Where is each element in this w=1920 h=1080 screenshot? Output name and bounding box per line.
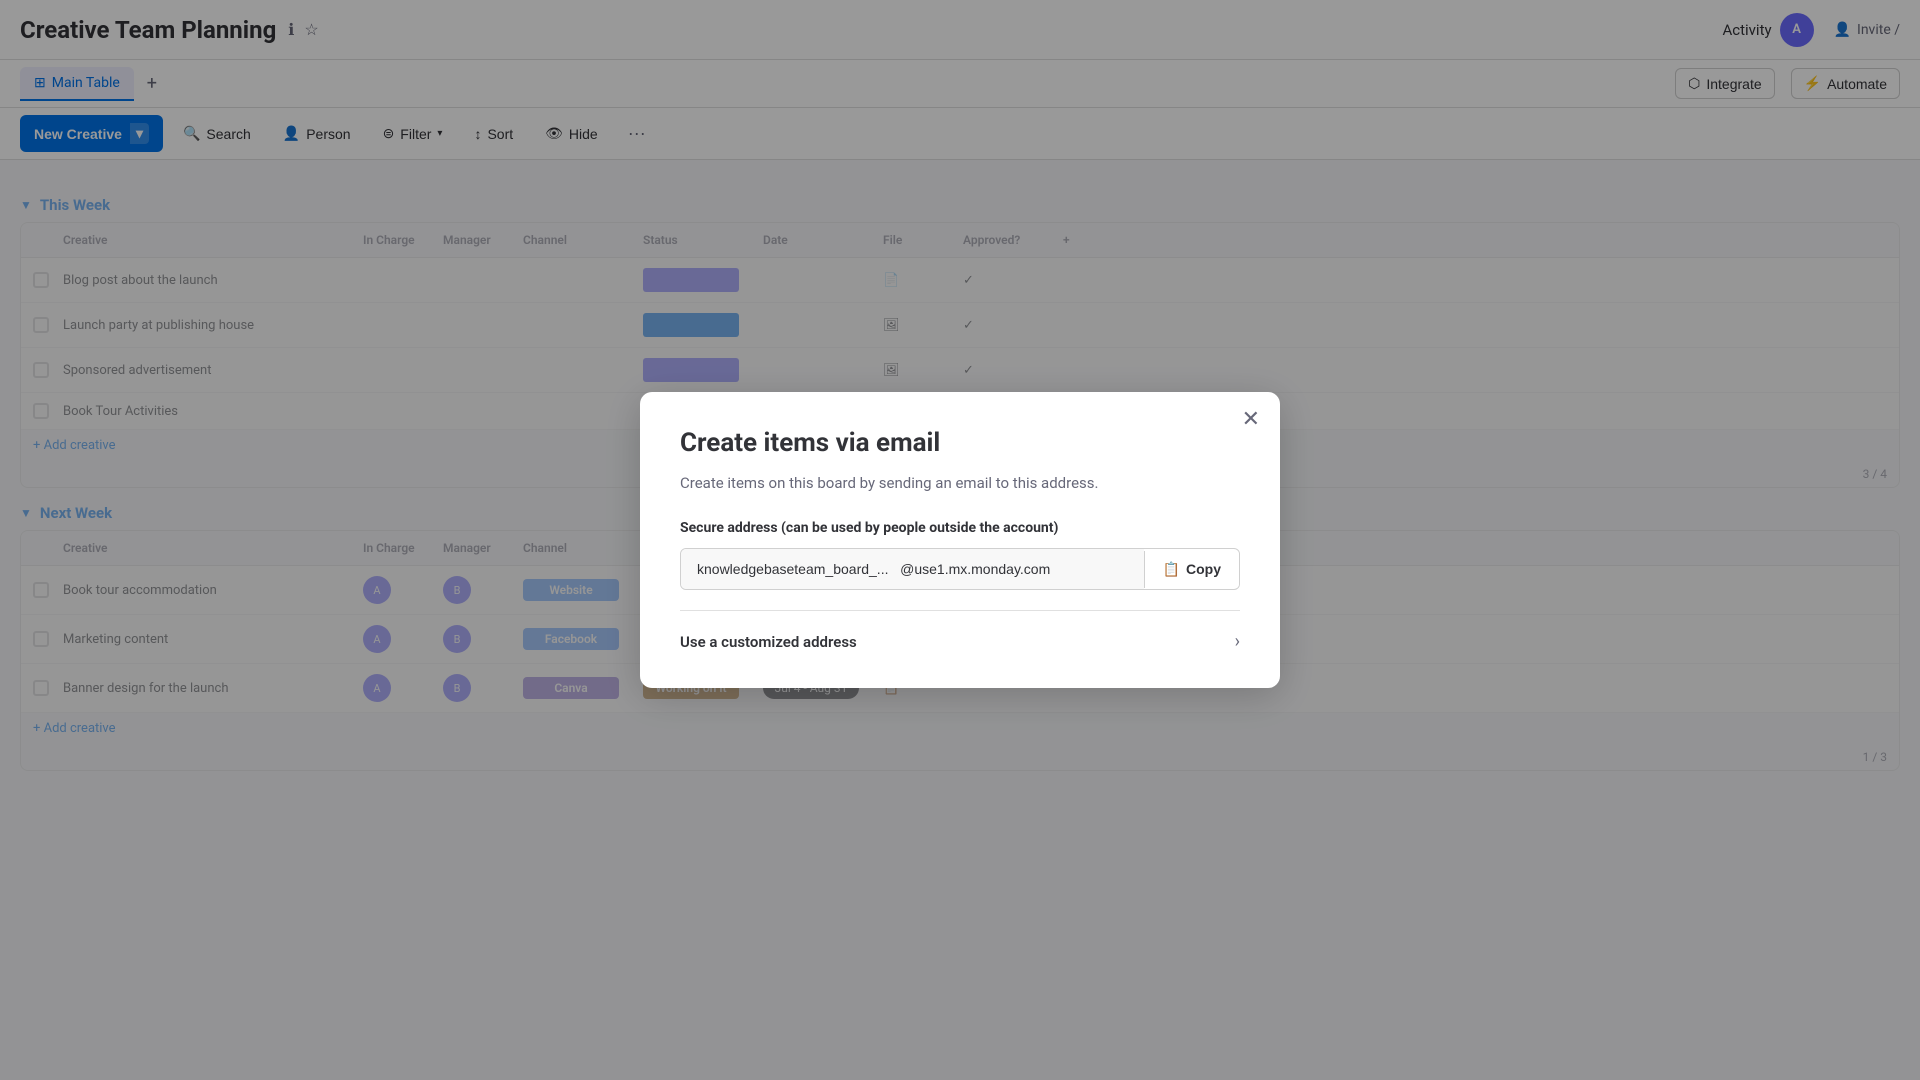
copy-icon: 📋 [1163, 561, 1180, 578]
modal-overlay[interactable]: ✕ Create items via email Create items on… [0, 0, 1920, 1080]
copy-label: Copy [1186, 561, 1221, 577]
chevron-down-icon: › [1235, 631, 1240, 652]
email-modal: ✕ Create items via email Create items on… [640, 392, 1280, 688]
modal-divider [680, 610, 1240, 611]
email-address-input[interactable] [681, 549, 1144, 589]
customized-address-label: Use a customized address [680, 633, 857, 651]
copy-button[interactable]: 📋 Copy [1144, 551, 1239, 588]
modal-close-button[interactable]: ✕ [1242, 408, 1260, 430]
customized-address-row[interactable]: Use a customized address › [680, 631, 1240, 652]
modal-title: Create items via email [680, 428, 1240, 458]
secure-label: Secure address (can be used by people ou… [680, 520, 1240, 536]
close-icon: ✕ [1242, 406, 1260, 431]
modal-description: Create items on this board by sending an… [680, 474, 1240, 492]
email-input-row: 📋 Copy [680, 548, 1240, 590]
